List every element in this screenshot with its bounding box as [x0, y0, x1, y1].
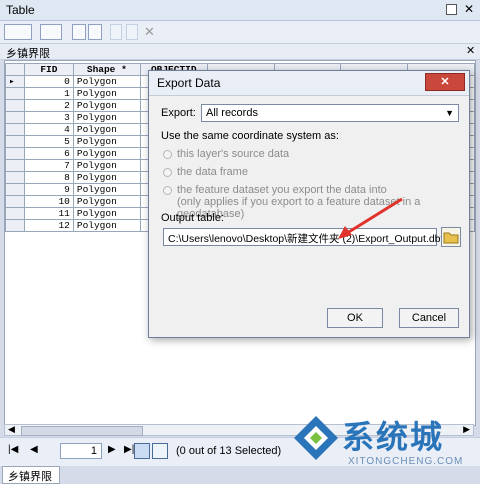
- row-selector[interactable]: [5, 183, 25, 196]
- first-record-icon[interactable]: |◀: [8, 444, 18, 455]
- layer-tab-label[interactable]: 乡镇界限: [6, 45, 50, 61]
- cell-shape[interactable]: Polygon: [72, 207, 141, 220]
- bottom-layer-tab[interactable]: 乡镇界限: [2, 466, 60, 484]
- last-record-icon[interactable]: ▶|: [124, 444, 134, 455]
- table-options-button[interactable]: [4, 24, 32, 40]
- cell-fid[interactable]: 11: [23, 207, 74, 220]
- zoom-to-selected-button[interactable]: [126, 24, 138, 40]
- cell-shape[interactable]: Polygon: [72, 135, 141, 148]
- coordinate-system-label: Use the same coordinate system as:: [161, 130, 339, 142]
- chevron-down-icon: ▼: [445, 108, 454, 118]
- row-selector[interactable]: ▸: [5, 75, 25, 88]
- show-selected-records-icon[interactable]: [152, 443, 168, 459]
- cell-shape[interactable]: Polygon: [72, 171, 141, 184]
- clear-selection-button[interactable]: [110, 24, 122, 40]
- dialog-titlebar: Export Data ✕: [149, 71, 469, 96]
- cell-fid[interactable]: 12: [23, 219, 74, 232]
- export-data-dialog: Export Data ✕ Export: All records ▼ Use …: [148, 70, 470, 338]
- next-record-icon[interactable]: ▶: [108, 444, 116, 455]
- cell-shape[interactable]: Polygon: [72, 87, 141, 100]
- bottom-layer-tab-label: 乡镇界限: [8, 471, 52, 483]
- cell-shape[interactable]: Polygon: [72, 195, 141, 208]
- watermark-logo: 系统城 XITONGCHENG.COM: [290, 408, 478, 478]
- cancel-button[interactable]: Cancel: [399, 308, 459, 328]
- close-tab-icon[interactable]: ✕: [466, 44, 475, 57]
- cell-shape[interactable]: Polygon: [72, 147, 141, 160]
- browse-folder-button[interactable]: [441, 227, 461, 247]
- cell-fid[interactable]: 3: [23, 111, 74, 124]
- delete-selected-icon[interactable]: ✕: [144, 24, 155, 40]
- layer-tab-bar: 乡镇界限 ✕: [0, 44, 480, 60]
- export-select-value: All records: [206, 107, 258, 119]
- show-all-records-icon[interactable]: [134, 443, 150, 459]
- radio-feature-dataset[interactable]: [163, 186, 172, 195]
- cell-shape[interactable]: Polygon: [72, 159, 141, 172]
- row-selector[interactable]: [5, 99, 25, 112]
- related-tables-button[interactable]: [40, 24, 62, 40]
- current-record-field[interactable]: 1: [60, 443, 102, 459]
- option-data-frame: the data frame: [177, 166, 248, 178]
- radio-data-frame[interactable]: [163, 168, 172, 177]
- cell-shape[interactable]: Polygon: [72, 99, 141, 112]
- dialog-close-button[interactable]: ✕: [425, 73, 465, 91]
- row-selector[interactable]: [5, 87, 25, 100]
- radio-layer-source[interactable]: [163, 150, 172, 159]
- column-header-fid[interactable]: FID: [23, 63, 74, 76]
- close-icon[interactable]: ✕: [464, 2, 474, 16]
- window-title: Table: [6, 3, 35, 17]
- cell-fid[interactable]: 8: [23, 171, 74, 184]
- watermark-text: 系统城: [342, 419, 445, 455]
- selection-status: (0 out of 13 Selected): [176, 445, 282, 457]
- row-selector[interactable]: [5, 171, 25, 184]
- table-toolbar: ✕: [0, 21, 480, 44]
- switch-selection-button[interactable]: [88, 24, 102, 40]
- cell-shape[interactable]: Polygon: [72, 75, 141, 88]
- cell-shape[interactable]: Polygon: [72, 219, 141, 232]
- cell-fid[interactable]: 4: [23, 123, 74, 136]
- export-label: Export:: [161, 107, 196, 119]
- cell-shape[interactable]: Polygon: [72, 183, 141, 196]
- output-table-label: Output table:: [161, 212, 224, 224]
- row-selector-header: [5, 63, 25, 76]
- scroll-left-icon[interactable]: ◀: [8, 424, 15, 435]
- option-layer-source: this layer's source data: [177, 148, 290, 160]
- row-selector[interactable]: [5, 123, 25, 136]
- previous-record-icon[interactable]: ◀: [30, 444, 38, 455]
- cell-fid[interactable]: 2: [23, 99, 74, 112]
- cell-fid[interactable]: 7: [23, 159, 74, 172]
- cell-fid[interactable]: 6: [23, 147, 74, 160]
- watermark-logo-icon: [294, 416, 338, 460]
- row-selector[interactable]: [5, 135, 25, 148]
- row-selector[interactable]: [5, 219, 25, 232]
- export-select[interactable]: All records ▼: [201, 104, 459, 122]
- folder-icon: [443, 232, 459, 244]
- dialog-title: Export Data: [157, 76, 221, 90]
- watermark-subtext: XITONGCHENG.COM: [348, 456, 464, 467]
- cell-shape[interactable]: Polygon: [72, 123, 141, 136]
- cell-fid[interactable]: 10: [23, 195, 74, 208]
- row-selector[interactable]: [5, 159, 25, 172]
- cell-fid[interactable]: 1: [23, 87, 74, 100]
- row-selector[interactable]: [5, 207, 25, 220]
- row-selector[interactable]: [5, 195, 25, 208]
- annotation-arrow-icon: [338, 197, 403, 239]
- scrollbar-thumb[interactable]: [21, 426, 143, 436]
- cell-fid[interactable]: 9: [23, 183, 74, 196]
- cell-fid[interactable]: 5: [23, 135, 74, 148]
- select-by-attributes-button[interactable]: [72, 24, 86, 40]
- row-selector[interactable]: [5, 147, 25, 160]
- cell-shape[interactable]: Polygon: [72, 111, 141, 124]
- row-selector[interactable]: [5, 111, 25, 124]
- table-window-titlebar: Table ✕: [0, 0, 480, 21]
- ok-button[interactable]: OK: [327, 308, 383, 328]
- maximize-icon[interactable]: [446, 4, 457, 15]
- cell-fid[interactable]: 0: [23, 75, 74, 88]
- column-header-shape[interactable]: Shape *: [72, 63, 141, 76]
